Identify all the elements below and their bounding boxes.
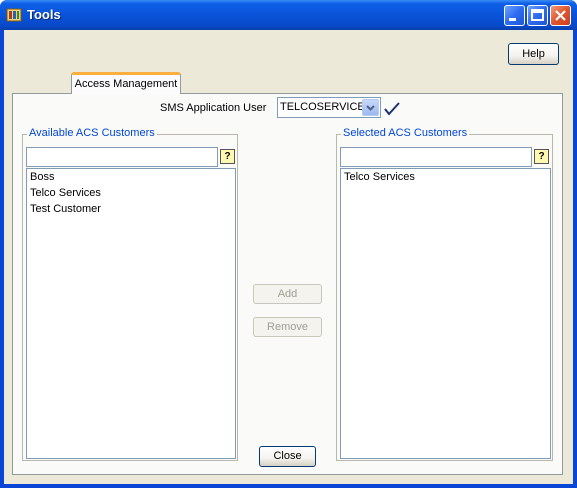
tools-app-icon [6, 8, 22, 22]
selected-customers-title: Selected ACS Customers [341, 127, 470, 139]
close-button[interactable]: Close [259, 446, 316, 467]
checkmark-icon[interactable] [384, 102, 400, 116]
list-item[interactable]: Boss [27, 169, 235, 185]
maximize-button[interactable] [527, 5, 548, 26]
help-icon[interactable]: ? [534, 149, 549, 164]
minimize-button[interactable] [504, 5, 525, 26]
help-button[interactable]: Help [508, 43, 559, 65]
available-filter-input[interactable] [26, 147, 218, 167]
dropdown-button[interactable] [362, 99, 379, 116]
available-customers-title: Available ACS Customers [27, 127, 157, 139]
sms-user-label: SMS Application User [160, 102, 267, 114]
remove-button[interactable]: Remove [253, 317, 322, 337]
minimize-icon [509, 18, 516, 21]
selected-customers-list[interactable]: Telco Services [340, 168, 551, 459]
selected-customers-group: Selected ACS Customers ? Telco Services [336, 127, 553, 461]
maximize-icon [531, 9, 544, 21]
client-area: Help Access Management SMS Application U… [4, 30, 573, 484]
title-bar[interactable]: Tools [0, 0, 577, 30]
tab-access-management[interactable]: Access Management [71, 72, 181, 94]
list-item[interactable]: Test Customer [27, 201, 235, 217]
close-window-button[interactable] [550, 5, 571, 26]
list-item[interactable]: Telco Services [341, 169, 550, 185]
add-button[interactable]: Add [253, 284, 322, 304]
tools-window: Tools Help Access Management SMS Applica… [0, 0, 577, 488]
access-management-panel: SMS Application User TELCOSERVICES Avail… [12, 93, 563, 475]
window-title: Tools [27, 7, 61, 22]
chevron-down-icon [366, 105, 375, 111]
selected-filter-input[interactable] [340, 147, 532, 167]
sms-user-select[interactable]: TELCOSERVICES [277, 97, 381, 118]
available-customers-group: Available ACS Customers ? Boss Telco Ser… [22, 127, 238, 461]
sms-user-value: TELCOSERVICES [280, 101, 373, 113]
help-icon[interactable]: ? [220, 149, 235, 164]
list-item[interactable]: Telco Services [27, 185, 235, 201]
close-icon [555, 10, 566, 21]
available-customers-list[interactable]: Boss Telco Services Test Customer [26, 168, 236, 459]
